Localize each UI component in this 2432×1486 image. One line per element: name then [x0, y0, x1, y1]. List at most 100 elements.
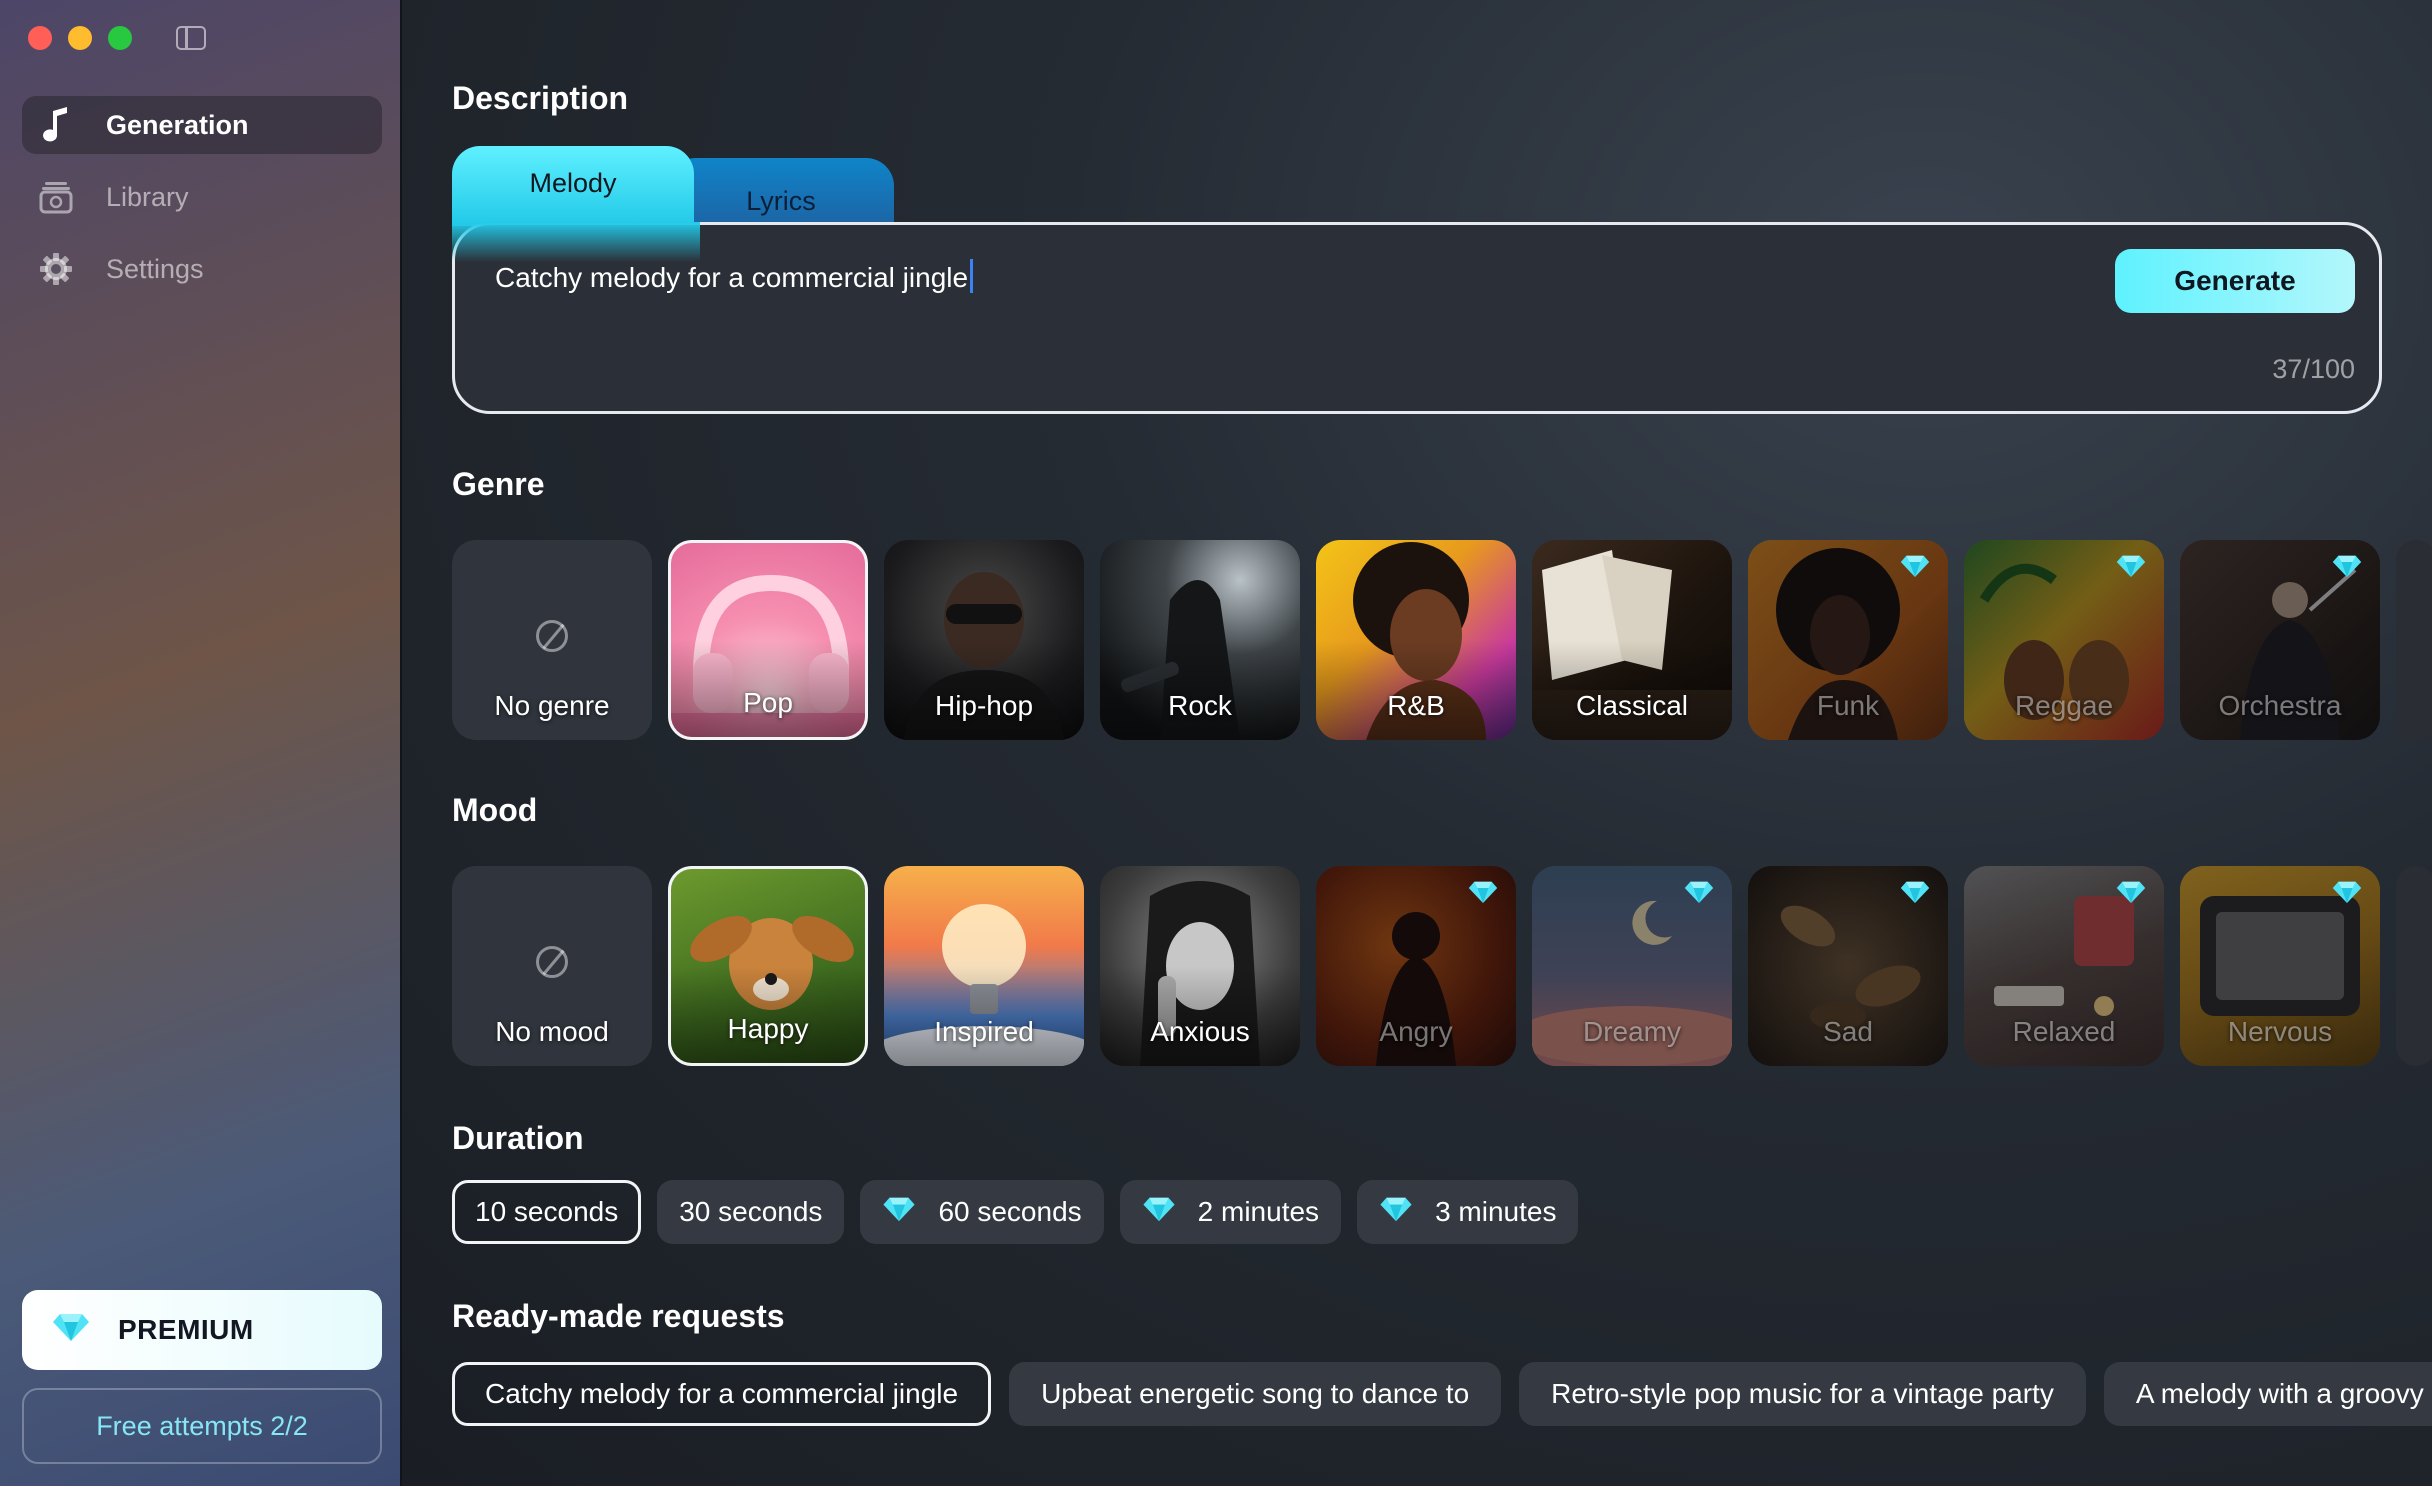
card-label: Classical: [1575, 690, 1689, 721]
free-attempts-label: Free attempts 2/2: [96, 1410, 308, 1441]
premium-diamond-icon: [2116, 880, 2146, 909]
diamond-icon: [52, 1312, 90, 1349]
request-chip[interactable]: Upbeat energetic song to dance to: [1009, 1362, 1502, 1426]
chip-label: 30 seconds: [679, 1196, 823, 1227]
genre-card-classical[interactable]: Classical: [1532, 540, 1732, 740]
sidebar: Generation Library Settings PREMIUM Free…: [0, 0, 402, 1486]
duration-option-60-seconds[interactable]: 60 seconds: [860, 1180, 1104, 1244]
genre-card-rnb[interactable]: R&B: [1316, 540, 1516, 740]
description-heading: Description: [452, 80, 629, 116]
mood-card-relaxed[interactable]: Relaxed: [1964, 866, 2164, 1066]
minimize-window-button[interactable]: [68, 26, 92, 50]
genre-card-partial: [2396, 540, 2432, 740]
description-box: Catchy melody for a commercial jingle Ge…: [452, 222, 2382, 414]
card-label: Hip-hop: [934, 690, 1034, 721]
gear-icon: [38, 251, 74, 287]
card-label: Funk: [1816, 690, 1880, 721]
genre-heading: Genre: [452, 466, 545, 502]
sidebar-toggle-icon[interactable]: [176, 26, 206, 50]
card-label: Relaxed: [2012, 1016, 2116, 1047]
chip-label: Upbeat energetic song to dance to: [1041, 1378, 1470, 1409]
duration-option-3-minutes[interactable]: 3 minutes: [1357, 1180, 1579, 1244]
duration-option-30-seconds[interactable]: 30 seconds: [657, 1180, 845, 1244]
genre-card-orchestra[interactable]: Orchestra: [2180, 540, 2380, 740]
request-chip[interactable]: Catchy melody for a commercial jingle: [452, 1362, 992, 1426]
premium-diamond-icon: [1468, 880, 1498, 909]
premium-label: PREMIUM: [118, 1314, 254, 1345]
mood-card-no-mood[interactable]: No mood: [452, 866, 652, 1066]
chip-label: Retro-style pop music for a vintage part…: [1551, 1378, 2054, 1409]
main-content: Description Lyrics Melody Catchy melody …: [402, 0, 2432, 1486]
genre-list: No genre Pop Hip-hop Rock R&B Classical: [452, 540, 2432, 740]
diamond-icon: [1379, 1196, 1413, 1229]
genre-card-reggae[interactable]: Reggae: [1964, 540, 2164, 740]
premium-button[interactable]: PREMIUM: [22, 1290, 382, 1370]
mood-heading: Mood: [452, 792, 538, 828]
card-label: No genre: [494, 690, 610, 721]
card-label: Rock: [1168, 690, 1232, 721]
description-input-value: Catchy melody for a commercial jingle: [495, 262, 969, 293]
generate-label: Generate: [2174, 265, 2296, 296]
chip-label: Catchy melody for a commercial jingle: [485, 1378, 959, 1409]
card-label: Dreamy: [1582, 1016, 1681, 1047]
card-label: Happy: [727, 1013, 809, 1044]
mood-card-inspired[interactable]: Inspired: [884, 866, 1084, 1066]
premium-diamond-icon: [2332, 880, 2362, 909]
card-label: Angry: [1379, 1016, 1453, 1047]
close-window-button[interactable]: [28, 26, 52, 50]
zoom-window-button[interactable]: [108, 26, 132, 50]
premium-diamond-icon: [1900, 554, 1930, 583]
mood-card-anxious[interactable]: Anxious: [1100, 866, 1300, 1066]
no-selection-icon: [536, 946, 568, 978]
premium-diamond-icon: [2332, 554, 2362, 583]
text-cursor: [970, 259, 974, 293]
sidebar-item-library[interactable]: Library: [22, 168, 382, 226]
premium-diamond-icon: [2116, 554, 2146, 583]
chip-label: 10 seconds: [475, 1196, 619, 1227]
card-label: No mood: [495, 1016, 609, 1047]
free-attempts-button[interactable]: Free attempts 2/2: [22, 1388, 382, 1464]
duration-option-2-minutes[interactable]: 2 minutes: [1119, 1180, 1342, 1244]
ready-made-requests-heading: Ready-made requests: [452, 1298, 785, 1334]
mood-card-sad[interactable]: Sad: [1748, 866, 1948, 1066]
genre-card-rock[interactable]: Rock: [1100, 540, 1300, 740]
sidebar-item-label: Generation: [106, 109, 249, 140]
tab-melody[interactable]: Melody: [452, 146, 694, 226]
library-icon: [38, 179, 74, 215]
genre-card-pop[interactable]: Pop: [668, 540, 868, 740]
duration-option-10-seconds[interactable]: 10 seconds: [452, 1180, 642, 1244]
no-selection-icon: [536, 620, 568, 652]
chip-label: 60 seconds: [938, 1196, 1082, 1227]
request-chip[interactable]: Retro-style pop music for a vintage part…: [1519, 1362, 2086, 1426]
genre-card-no-genre[interactable]: No genre: [452, 540, 652, 740]
card-label: Inspired: [934, 1016, 1034, 1047]
sidebar-item-label: Settings: [106, 253, 204, 284]
mood-card-partial: [2396, 866, 2432, 1066]
card-label: Anxious: [1150, 1016, 1250, 1047]
description-input[interactable]: Catchy melody for a commercial jingle: [495, 259, 974, 294]
generate-button[interactable]: Generate: [2115, 249, 2355, 313]
card-label: Reggae: [2014, 690, 2114, 721]
card-label: Orchestra: [2218, 690, 2342, 721]
duration-options: 10 seconds 30 seconds 60 seconds 2 minut…: [452, 1180, 1579, 1244]
chip-label: 3 minutes: [1435, 1196, 1557, 1227]
tab-label: Melody: [529, 168, 617, 198]
card-label: Sad: [1823, 1016, 1873, 1047]
card-label: Nervous: [2227, 1016, 2333, 1047]
mood-card-angry[interactable]: Angry: [1316, 866, 1516, 1066]
ready-made-requests-list: Catchy melody for a commercial jingle Up…: [452, 1362, 2432, 1426]
diamond-icon: [1142, 1196, 1176, 1229]
genre-card-hip-hop[interactable]: Hip-hop: [884, 540, 1084, 740]
sidebar-item-settings[interactable]: Settings: [22, 240, 382, 298]
sidebar-item-generation[interactable]: Generation: [22, 96, 382, 154]
request-chip[interactable]: A melody with a groovy rhythm: [2103, 1362, 2432, 1426]
diamond-icon: [882, 1196, 916, 1229]
chip-label: A melody with a groovy rhythm: [2135, 1378, 2432, 1409]
character-count: 37/100: [2272, 354, 2355, 384]
chip-label: 2 minutes: [1197, 1196, 1320, 1227]
mood-card-happy[interactable]: Happy: [668, 866, 868, 1066]
mood-card-dreamy[interactable]: Dreamy: [1532, 866, 1732, 1066]
premium-diamond-icon: [1900, 880, 1930, 909]
genre-card-funk[interactable]: Funk: [1748, 540, 1948, 740]
mood-card-nervous[interactable]: Nervous: [2180, 866, 2380, 1066]
